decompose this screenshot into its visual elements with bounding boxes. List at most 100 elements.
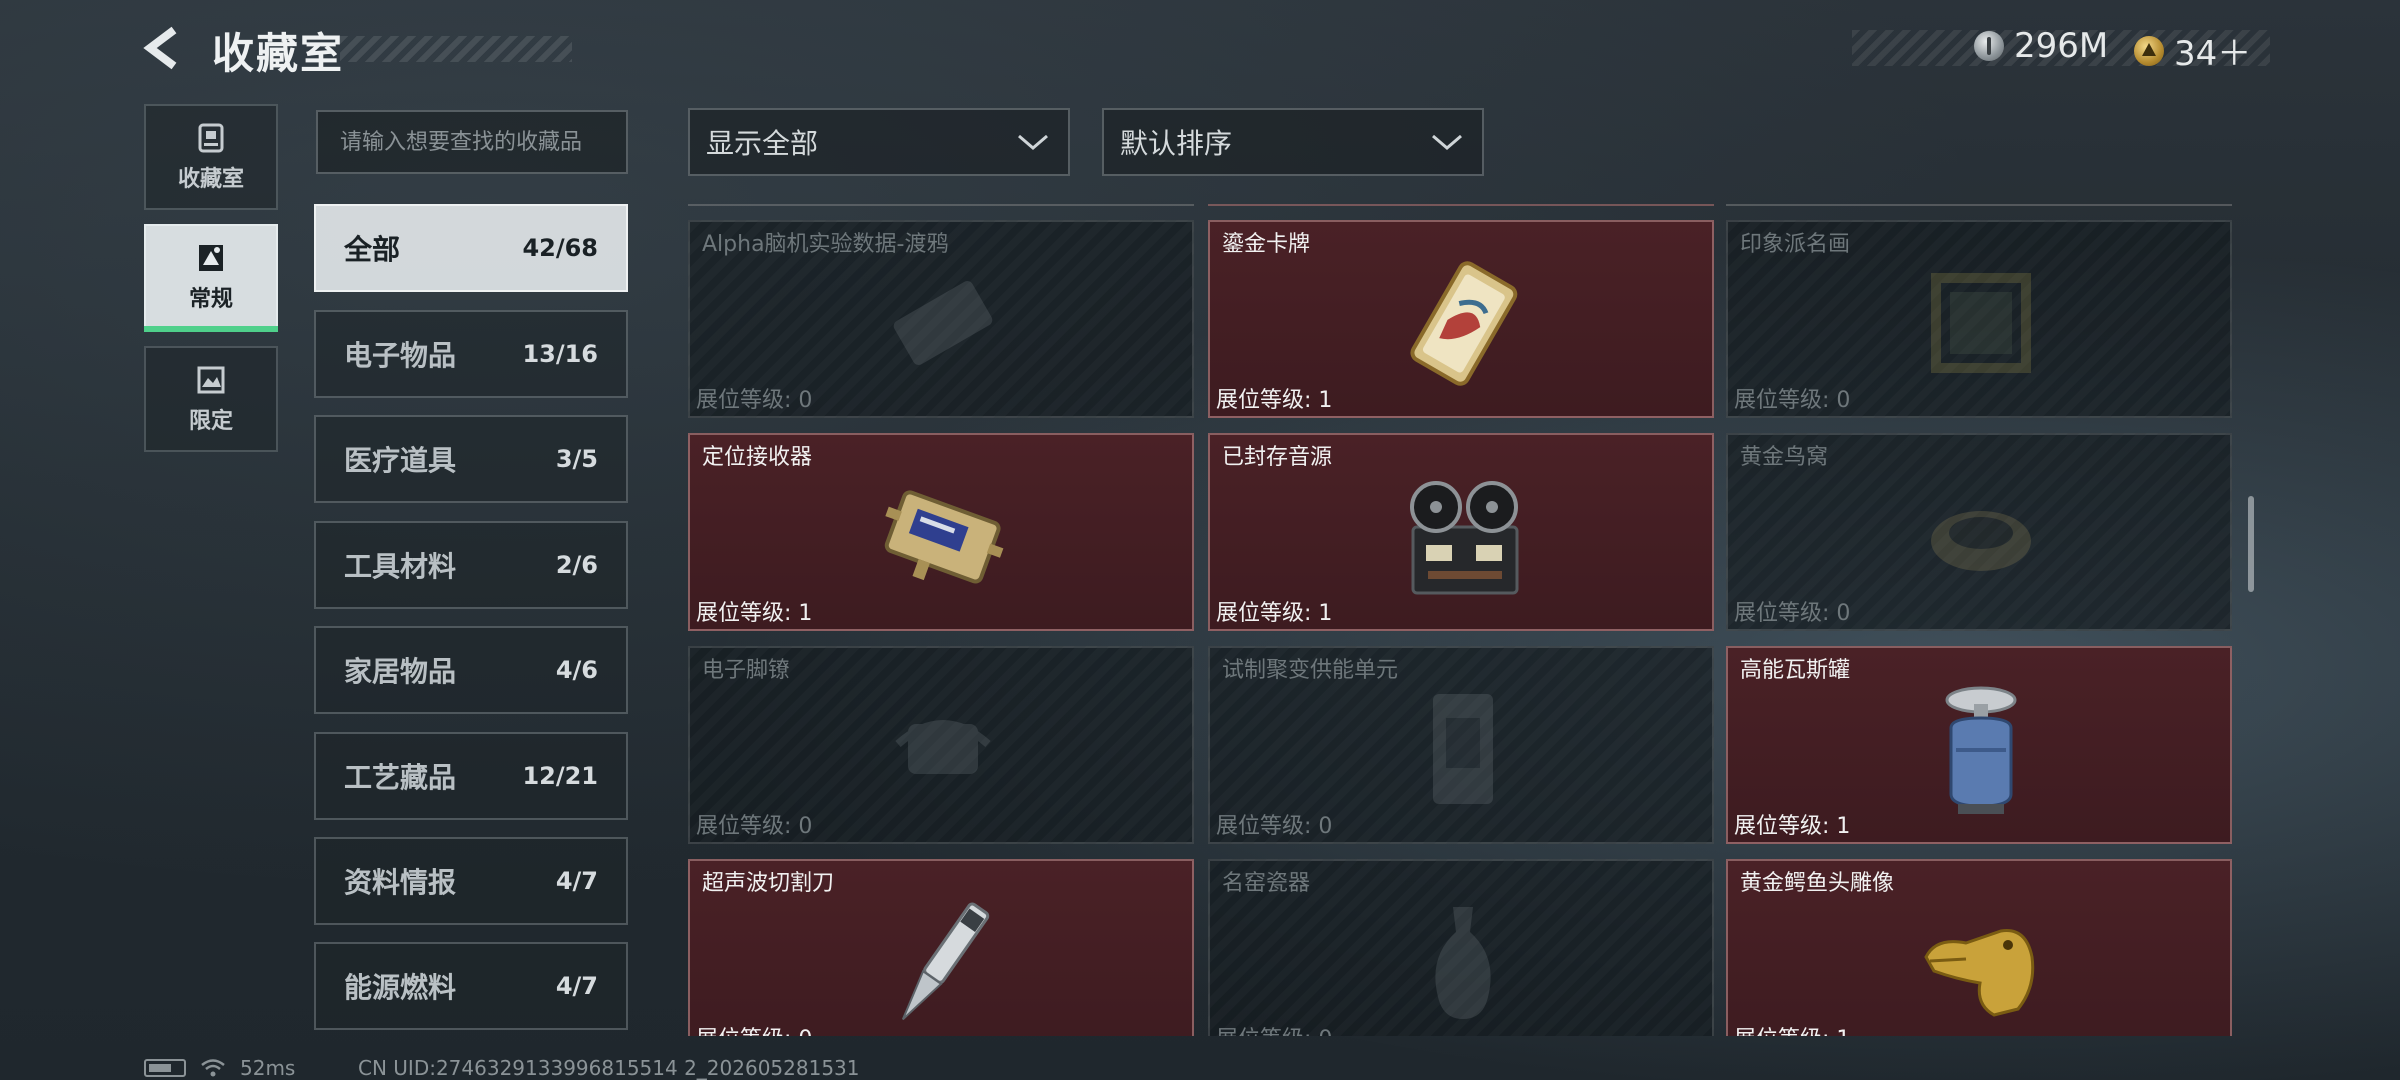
tab-regular[interactable]: 常规 (144, 224, 278, 330)
level-value: 0 (1836, 601, 1851, 626)
level-value: 1 (1836, 814, 1851, 839)
page-title: 收藏室 (212, 29, 345, 78)
porcelain-vase-icon (1435, 907, 1491, 1019)
tab-label: 常规 (188, 287, 233, 312)
wifi-icon (201, 1059, 225, 1077)
gas-canister-icon (1945, 686, 2017, 814)
category-medical[interactable]: 医疗道具 3/5 (314, 415, 628, 503)
collection-card-alpha-data[interactable]: Alpha脑机实验数据-渡鸦 展位等级: 0 (688, 220, 1194, 418)
level-value: 0 (798, 388, 813, 413)
category-energy[interactable]: 能源燃料 4/7 (314, 942, 628, 1030)
chevron-down-icon (1018, 134, 1048, 150)
category-name: 工艺藏品 (344, 761, 457, 794)
partial-row-edge (1208, 200, 1714, 206)
category-count: 12/21 (522, 762, 598, 790)
category-tools[interactable]: 工具材料 2/6 (314, 521, 628, 609)
category-count: 13/16 (522, 340, 598, 368)
category-count: 4/7 (555, 867, 598, 895)
ultrasonic-cutter-icon (901, 902, 990, 1021)
category-all[interactable]: 全部 42/68 (314, 204, 628, 292)
item-name: 黄金鸟窝 (1740, 445, 1829, 470)
collection-card-painting[interactable]: 印象派名画 展位等级: 0 (1726, 220, 2232, 418)
collection-card-locator[interactable]: 定位接收器 展位等级: 1 (688, 433, 1194, 631)
category-name: 能源燃料 (344, 971, 457, 1004)
tab-limited[interactable]: 限定 (144, 346, 278, 452)
currency-silver-value: 296M (2014, 26, 2109, 66)
collection-card-ultrasonic-cutter[interactable]: 超声波切割刀 展位等级: 0 (688, 859, 1194, 1036)
grid-scrollbar[interactable] (2248, 496, 2254, 592)
fusion-unit-icon (1433, 694, 1493, 804)
tab-collection-room[interactable]: 收藏室 (144, 104, 278, 210)
category-count: 3/5 (555, 445, 598, 473)
level-label: 展位等级: (1734, 814, 1830, 839)
collection-card-gas-canister[interactable]: 高能瓦斯罐 展位等级: 1 (1726, 646, 2232, 844)
level-label: 展位等级: (696, 814, 792, 839)
item-name: 定位接收器 (702, 445, 813, 470)
level-value: 1 (1318, 388, 1333, 413)
golden-crocodile-icon (1924, 929, 2035, 1017)
category-name: 工具材料 (344, 550, 457, 583)
category-count: 2/6 (555, 551, 598, 579)
item-name: Alpha脑机实验数据-渡鸦 (702, 232, 949, 257)
item-level: 展位等级: 0 (1216, 808, 1332, 840)
collection-card-ankle-monitor[interactable]: 电子脚镣 展位等级: 0 (688, 646, 1194, 844)
category-intel[interactable]: 资料情报 4/7 (314, 837, 628, 925)
partial-row-edge (1726, 200, 2232, 206)
item-name: 印象派名画 (1740, 232, 1851, 257)
item-level: 展位等级: 0 (696, 808, 812, 840)
level-value: 0 (798, 814, 813, 839)
item-level: 展位等级: 1 (696, 595, 812, 627)
data-drive-icon (893, 281, 993, 365)
category-electronics[interactable]: 电子物品 13/16 (314, 310, 628, 398)
category-count: 4/6 (555, 656, 598, 684)
back-button[interactable] (140, 24, 188, 72)
item-level: 展位等级: 0 (1734, 382, 1850, 414)
category-name: 资料情报 (344, 866, 457, 899)
reel-recorder-icon (1410, 481, 1519, 595)
currency-silver[interactable]: 296M (1974, 26, 2108, 66)
item-level: 展位等级: 1 (1216, 595, 1332, 627)
level-label: 展位等级: (1216, 388, 1312, 413)
locator-receiver-icon (884, 490, 1004, 584)
sort-dropdown[interactable]: 默认排序 (1102, 108, 1484, 176)
level-value: 0 (1836, 388, 1851, 413)
title-decoration (340, 36, 572, 62)
category-count: 4/7 (555, 972, 598, 1000)
collection-card-golden-nest[interactable]: 黄金鸟窝 展位等级: 0 (1726, 433, 2232, 631)
currency-gold[interactable]: 34＋ (2134, 26, 2251, 75)
category-crafts[interactable]: 工艺藏品 12/21 (314, 732, 628, 820)
back-arrow-icon (143, 26, 177, 70)
collection-card-fusion-unit[interactable]: 试制聚变供能单元 展位等级: 0 (1208, 646, 1714, 844)
item-level: 展位等级: 1 (1734, 1021, 1850, 1036)
collection-grid[interactable]: Alpha脑机实验数据-渡鸦 展位等级: 0 鎏金卡牌 展位等级: 1 印象派名… (686, 200, 2252, 1036)
category-household[interactable]: 家居物品 4/6 (314, 626, 628, 714)
partial-row-edge (688, 200, 1194, 206)
item-level: 展位等级: 0 (696, 1021, 812, 1036)
item-name: 黄金鳄鱼头雕像 (1740, 871, 1895, 896)
item-level: 展位等级: 1 (1734, 808, 1850, 840)
category-count: 42/68 (522, 234, 598, 262)
active-tab-indicator (144, 326, 278, 332)
user-uid: CN UID:2746329133996815514 2_20260528153… (358, 1056, 860, 1080)
gold-token-icon (2134, 35, 2164, 66)
golden-nest-icon (1931, 511, 2031, 571)
search-input[interactable] (316, 110, 628, 174)
category-name: 全部 (344, 233, 401, 266)
sort-dropdown-value: 默认排序 (1120, 127, 1233, 160)
filter-dropdown-value: 显示全部 (706, 127, 819, 160)
item-name: 名窑瓷器 (1222, 871, 1311, 896)
collection-card-sealed-audio[interactable]: 已封存音源 展位等级: 1 (1208, 433, 1714, 631)
status-bar: 52ms (144, 1056, 295, 1080)
filter-dropdown[interactable]: 显示全部 (688, 108, 1070, 176)
collection-card-porcelain[interactable]: 名窑瓷器 展位等级: 0 (1208, 859, 1714, 1036)
picture-icon (199, 245, 223, 271)
collection-card-gilded-card[interactable]: 鎏金卡牌 展位等级: 1 (1208, 220, 1714, 418)
level-value: 1 (1318, 601, 1333, 626)
item-level: 展位等级: 0 (1734, 595, 1850, 627)
category-name: 家居物品 (344, 655, 457, 688)
level-value: 0 (1318, 1027, 1332, 1036)
level-label: 展位等级: (1734, 388, 1830, 413)
silver-coin-icon (1974, 31, 2004, 61)
collection-card-crocodile-statue[interactable]: 黄金鳄鱼头雕像 展位等级: 1 (1726, 859, 2232, 1036)
ping-value: 52ms (240, 1056, 296, 1080)
